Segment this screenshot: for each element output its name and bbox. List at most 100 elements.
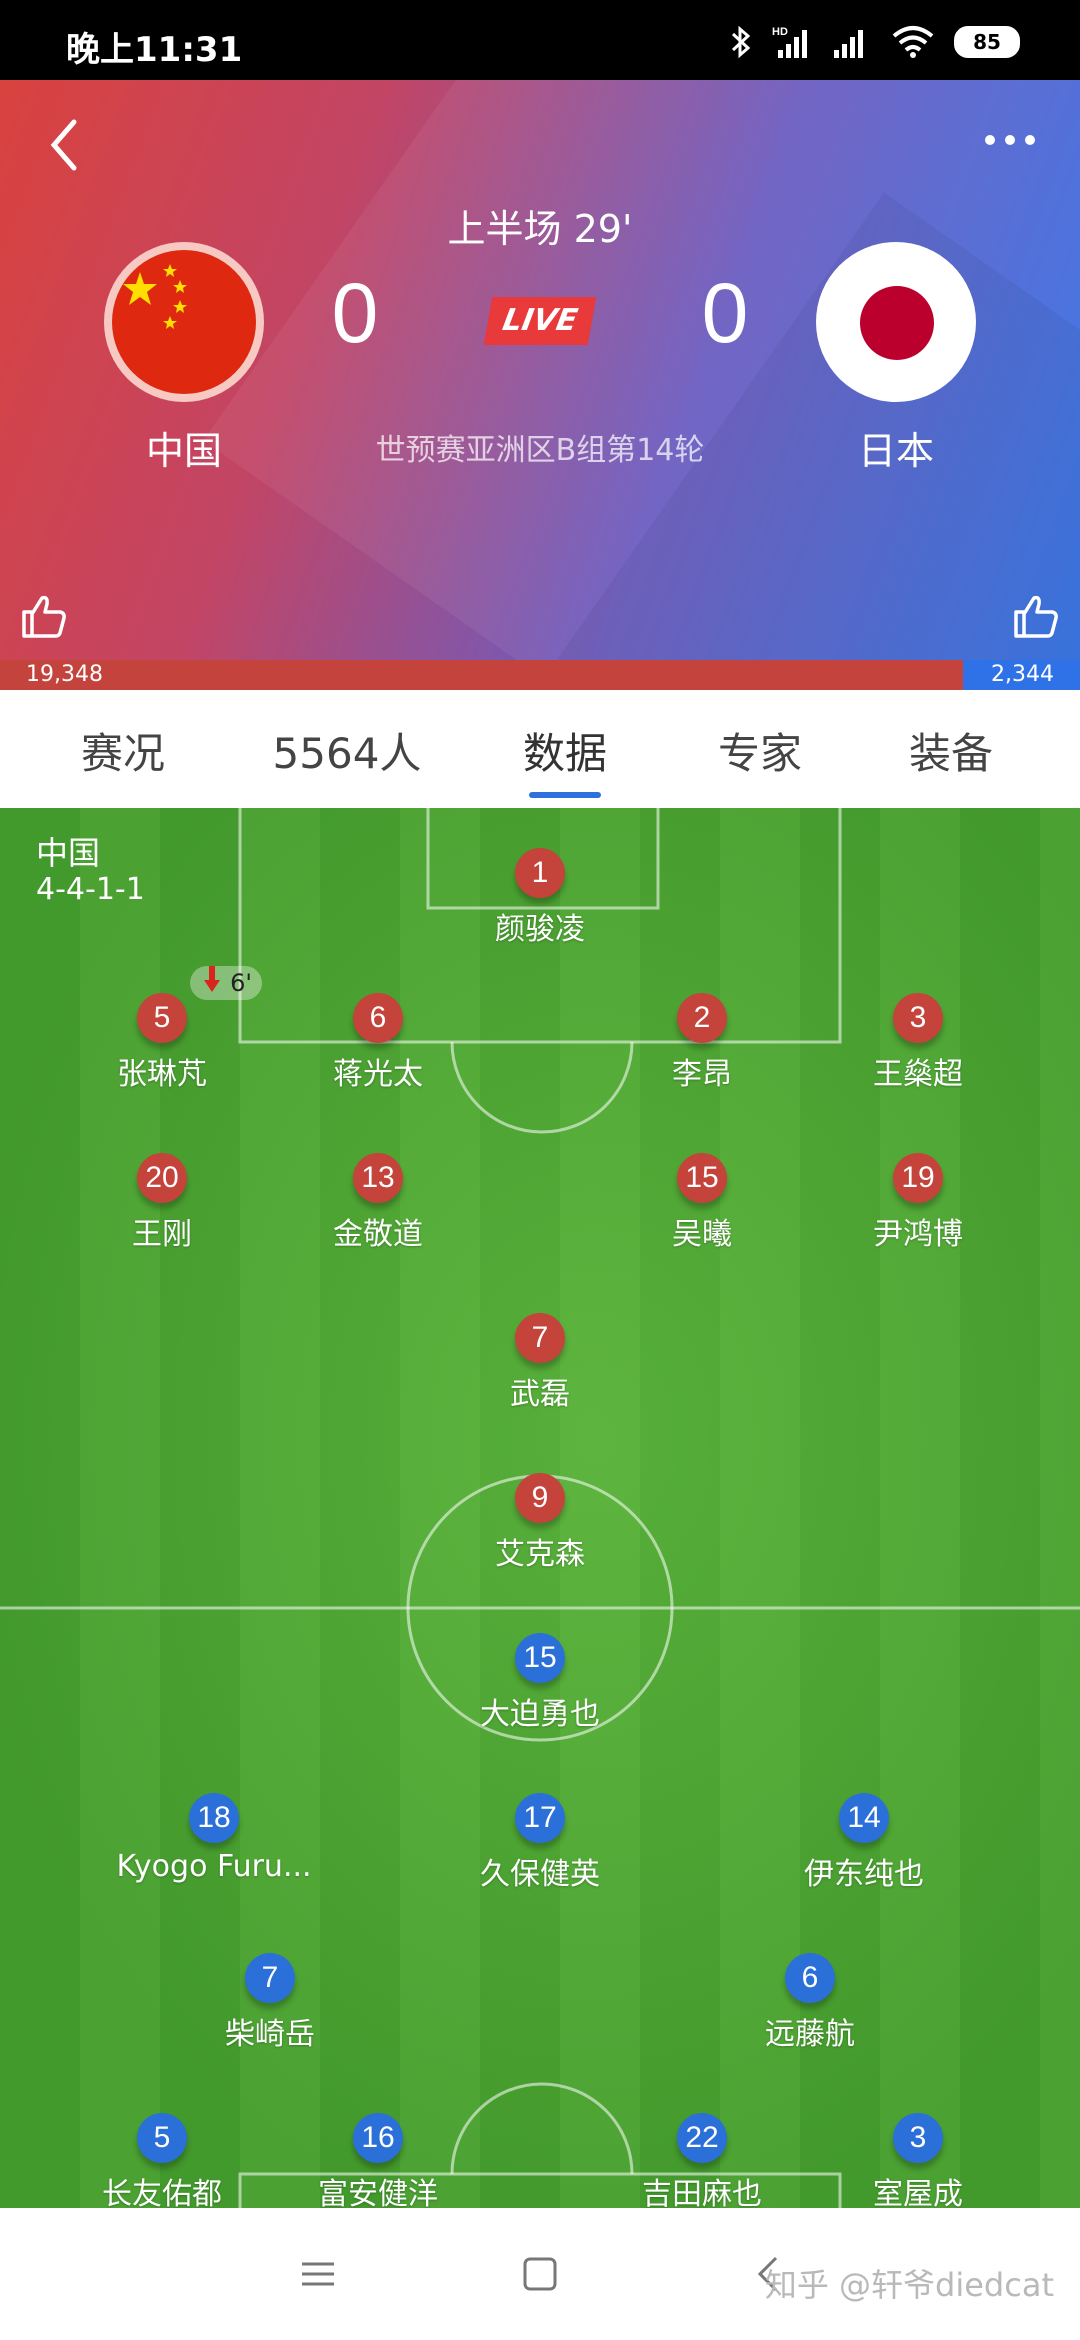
player-number: 16	[353, 2113, 403, 2163]
tab-equipment[interactable]: 装备	[886, 720, 1016, 781]
player-home-am[interactable]: 7 武磊	[430, 1313, 650, 1413]
vote-home-fill	[0, 660, 964, 690]
player-name: 武磊	[510, 1377, 570, 1412]
home-icon[interactable]	[518, 2252, 562, 2296]
player-number: 3	[893, 993, 943, 1043]
player-number: 5	[137, 993, 187, 1043]
player-name: 吉田麻也	[642, 2177, 762, 2208]
player-number: 5	[137, 2113, 187, 2163]
active-tab-indicator	[529, 792, 601, 798]
watermark: 知乎 @轩爷diedcat	[764, 2266, 1054, 2304]
tab-data[interactable]: 数据	[500, 720, 630, 781]
home-score: 0	[331, 266, 379, 360]
player-number: 2	[677, 993, 727, 1043]
player-number: 19	[893, 1153, 943, 1203]
player-away-dm1[interactable]: 7 柴崎岳	[160, 1953, 380, 2053]
player-away-rb[interactable]: 3 室屋成	[808, 2113, 1028, 2208]
player-away-rw[interactable]: 14 伊东纯也	[754, 1793, 974, 1893]
player-away-lb[interactable]: 5 长友佑都	[52, 2113, 272, 2208]
player-name: 久保健英	[480, 1857, 600, 1892]
player-name: 吴曦	[672, 1217, 732, 1252]
svg-text:HD: HD	[772, 26, 788, 38]
status-bar: 晚上11:31 HD 85	[0, 0, 1080, 80]
player-number: 13	[353, 1153, 403, 1203]
china-flag-icon[interactable]	[104, 242, 264, 402]
system-nav-bar: 知乎 @轩爷diedcat	[0, 2208, 1080, 2340]
player-away-dm2[interactable]: 6 远藤航	[700, 1953, 920, 2053]
japan-flag-icon[interactable]	[816, 242, 976, 402]
status-icons: HD 85	[730, 22, 1020, 62]
player-number: 15	[515, 1633, 565, 1683]
player-name: 伊东纯也	[804, 1857, 924, 1892]
away-team-name[interactable]: 日本	[796, 420, 996, 475]
player-name: 室屋成	[873, 2177, 963, 2208]
tab-match-status[interactable]: 赛况	[58, 720, 188, 781]
player-name: 长友佑都	[102, 2177, 222, 2208]
player-name: 王刚	[132, 1217, 192, 1252]
japan-disc	[860, 286, 934, 360]
player-number: 7	[245, 1953, 295, 2003]
player-name: 远藤航	[765, 2017, 855, 2052]
player-number: 3	[893, 2113, 943, 2163]
player-name: 大迫勇也	[480, 1697, 600, 1732]
player-name: 柴崎岳	[225, 2017, 315, 2052]
player-name: 艾克森	[495, 1537, 585, 1572]
player-home-lb[interactable]: 5 张琳芃	[52, 993, 272, 1093]
vote-bar: 19,348 2,344	[0, 660, 1080, 690]
thumbs-up-away-icon[interactable]	[1010, 590, 1062, 642]
signal-hd-icon: HD	[772, 26, 807, 58]
formation-shape: 4-4-1-1	[36, 872, 145, 907]
battery-indicator: 85	[954, 26, 1020, 58]
status-time: 晚上11:31	[66, 30, 243, 70]
substitution-minute: 6'	[230, 969, 252, 997]
player-home-rb[interactable]: 3 王燊超	[808, 993, 1028, 1093]
player-name: 王燊超	[873, 1057, 963, 1092]
player-home-rm[interactable]: 19 尹鸿博	[808, 1153, 1028, 1253]
player-away-lw[interactable]: 18 Kyogo Furu...	[104, 1793, 324, 1884]
sub-off-arrow-icon	[204, 966, 220, 992]
tab-viewers[interactable]: 5564人	[262, 720, 432, 781]
player-home-lm[interactable]: 20 王刚	[52, 1153, 272, 1253]
player-away-cb1[interactable]: 16 富安健洋	[268, 2113, 488, 2208]
signal-icon	[834, 30, 863, 58]
away-vote-count: 2,344	[991, 662, 1054, 687]
star-icon	[123, 264, 187, 329]
player-home-st[interactable]: 9 艾克森	[430, 1473, 650, 1573]
home-vote-count: 19,348	[26, 662, 103, 687]
player-number: 18	[189, 1793, 239, 1843]
player-number: 20	[137, 1153, 187, 1203]
thumbs-up-home-icon[interactable]	[18, 590, 70, 642]
player-number: 15	[677, 1153, 727, 1203]
player-home-cm1[interactable]: 13 金敬道	[268, 1153, 488, 1253]
player-number: 6	[785, 1953, 835, 2003]
player-home-cb2[interactable]: 2 李昂	[592, 993, 812, 1093]
player-number: 6	[353, 993, 403, 1043]
player-home-cb1[interactable]: 6 蒋光太	[268, 993, 488, 1093]
player-number: 17	[515, 1793, 565, 1843]
tab-bar: 赛况 5564人 数据 专家 装备	[0, 690, 1080, 808]
tab-experts[interactable]: 专家	[695, 720, 825, 781]
player-away-cb2[interactable]: 22 吉田麻也	[592, 2113, 812, 2208]
player-name: 尹鸿博	[873, 1217, 963, 1252]
back-icon[interactable]	[40, 110, 90, 180]
player-name: 蒋光太	[333, 1057, 423, 1092]
player-name: 张琳芃	[117, 1057, 207, 1092]
player-away-am[interactable]: 17 久保健英	[430, 1793, 650, 1893]
player-away-st[interactable]: 15 大迫勇也	[430, 1633, 650, 1733]
player-home-gk[interactable]: 1 颜骏凌	[430, 848, 650, 948]
menu-icon[interactable]	[296, 2252, 340, 2296]
player-name: Kyogo Furu...	[116, 1849, 312, 1884]
player-number: 22	[677, 2113, 727, 2163]
player-number: 9	[515, 1473, 565, 1523]
substitution-badge: 6'	[190, 966, 262, 1000]
player-number: 1	[515, 848, 565, 898]
away-score: 0	[701, 266, 749, 360]
formation-team: 中国	[36, 834, 101, 872]
player-name: 金敬道	[333, 1217, 423, 1252]
match-header: 上半场 29' 0 LIVE 0 中国 世预赛亚洲区B组第14轮 日本 19,3…	[0, 80, 1080, 690]
more-icon[interactable]	[980, 125, 1040, 155]
player-home-cm2[interactable]: 15 吴曦	[592, 1153, 812, 1253]
player-name: 颜骏凌	[495, 912, 585, 947]
wifi-icon	[892, 26, 934, 58]
lineup-field: 中国 4-4-1-1 1 颜骏凌 5 张琳芃 6' 6 蒋光太 2 李昂 3 王…	[0, 808, 1080, 2208]
